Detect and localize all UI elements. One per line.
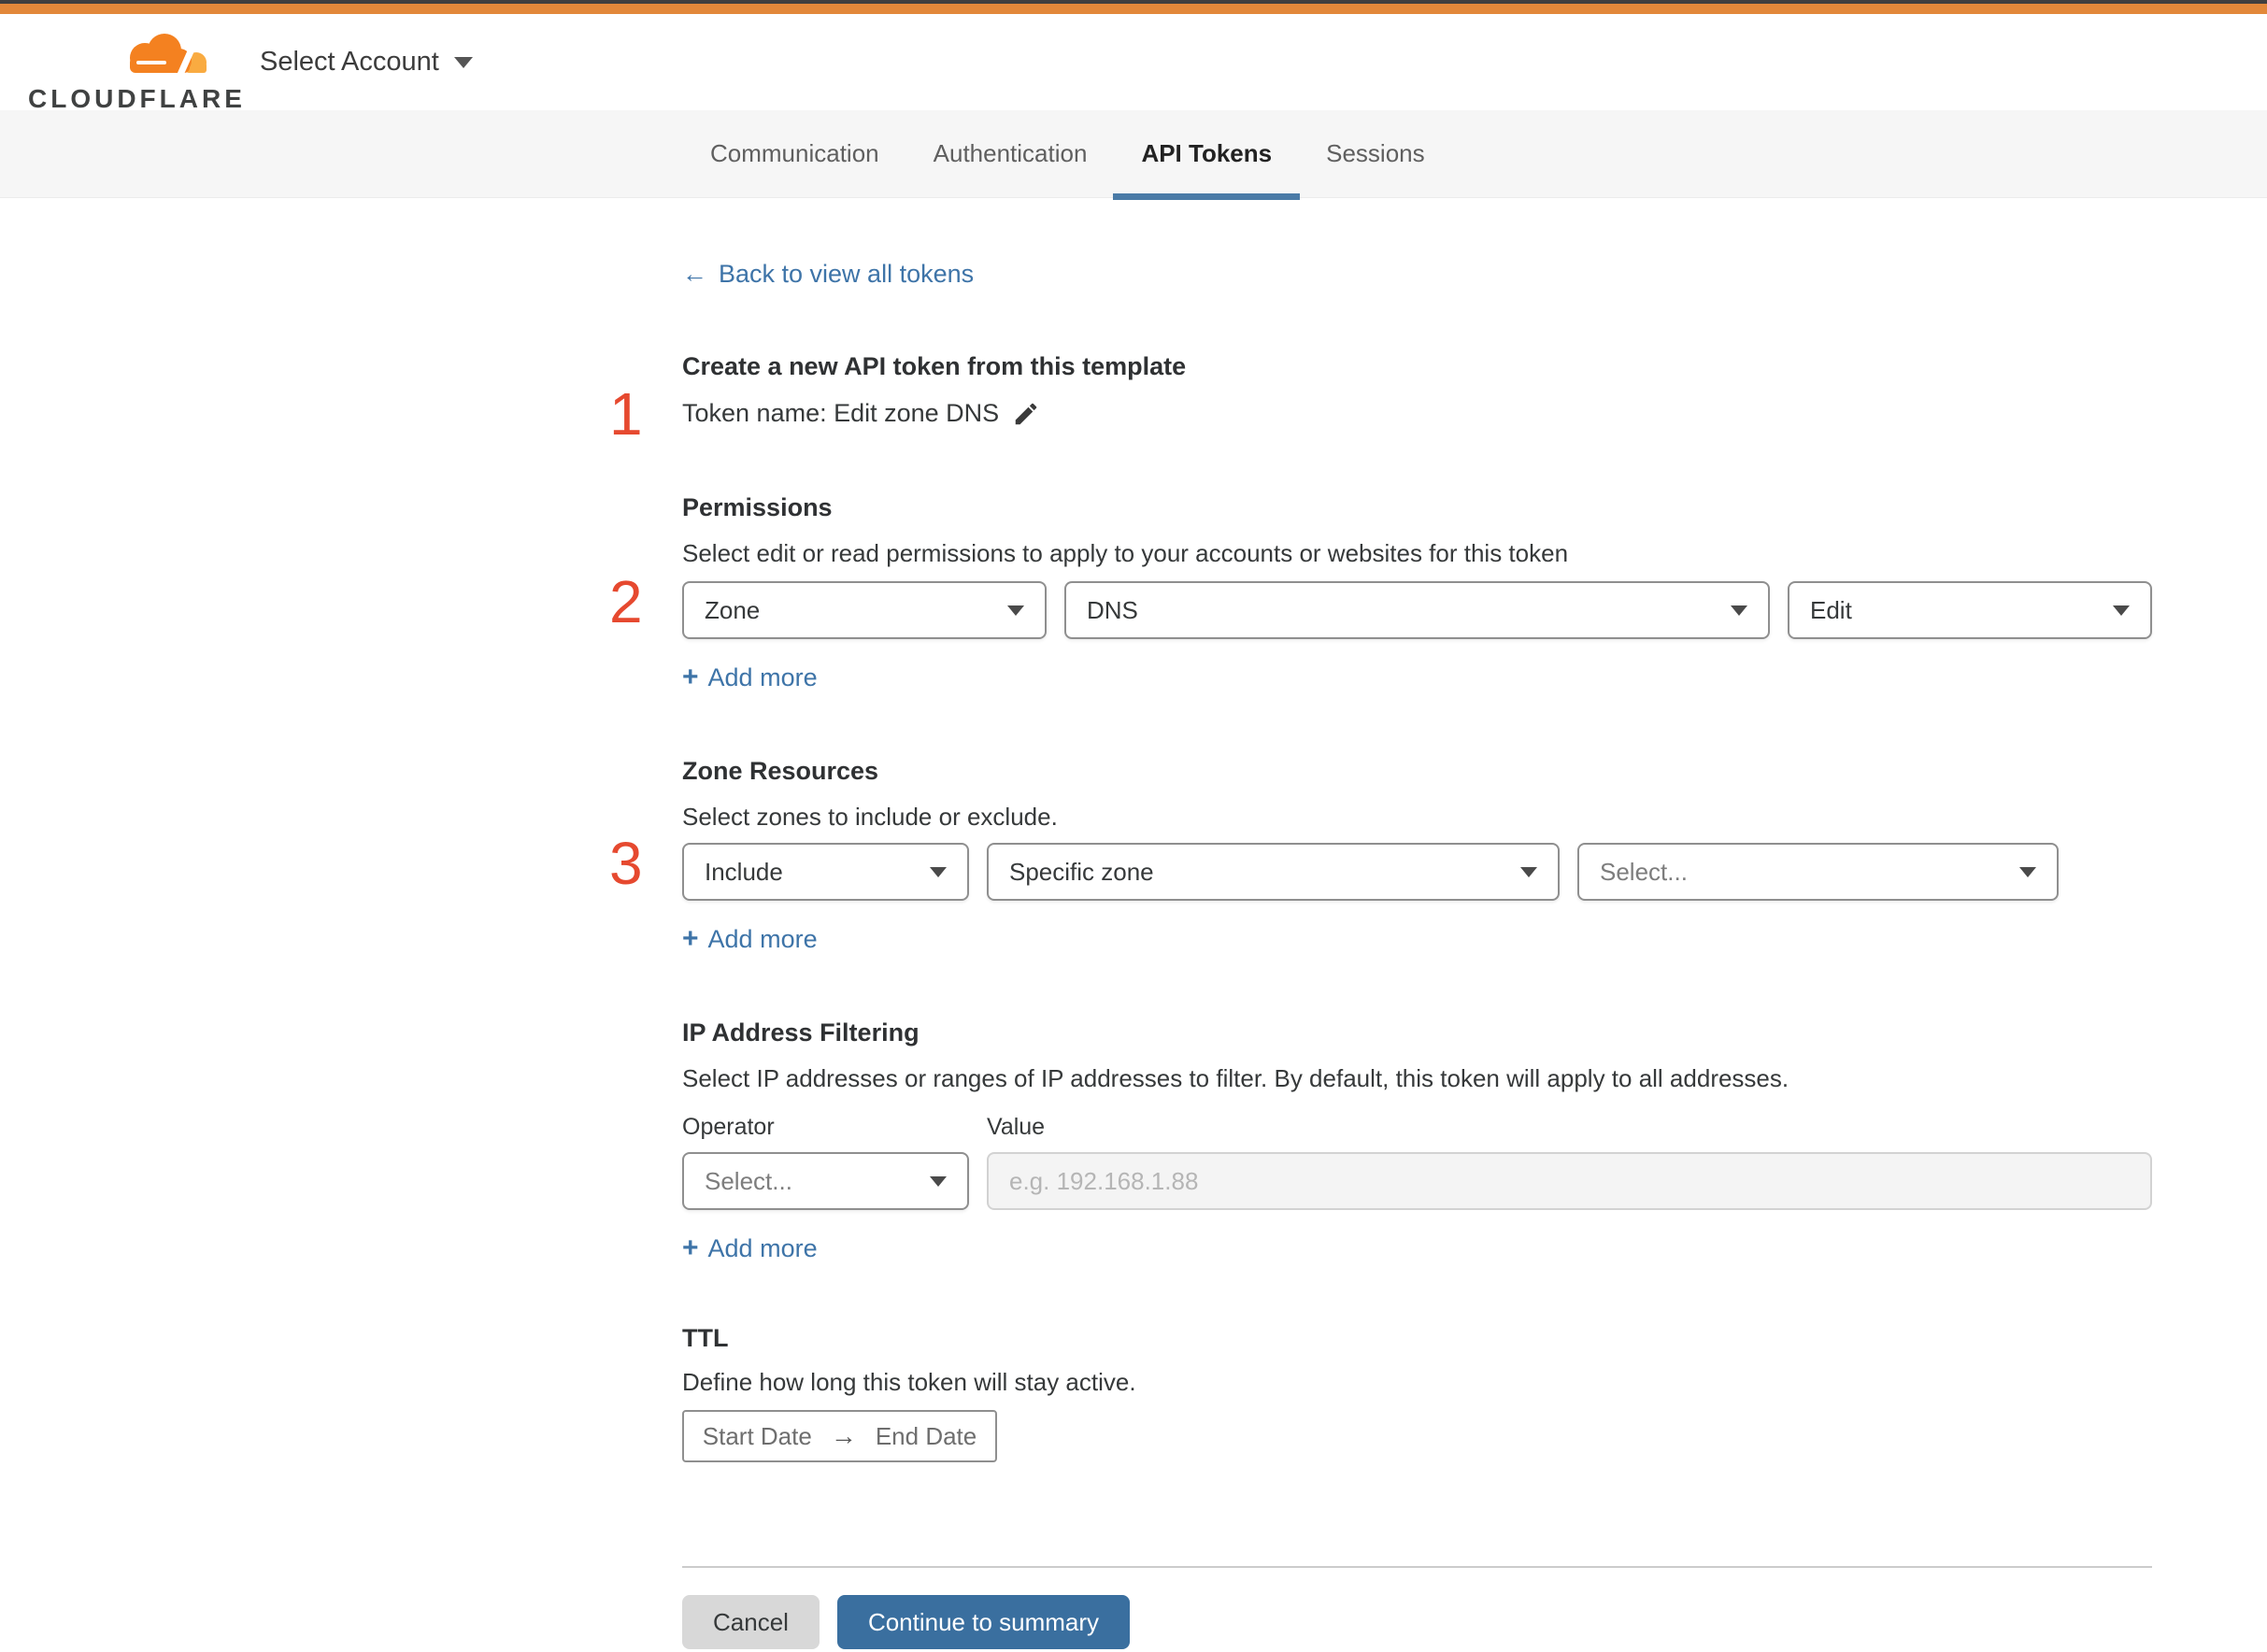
permission-access-select[interactable]: Edit xyxy=(1788,581,2152,639)
arrow-right-icon: → xyxy=(830,1421,857,1450)
token-name-text: Token name: Edit zone DNS xyxy=(682,399,1000,427)
section-permissions: 2 Permissions Select edit or read permis… xyxy=(609,491,2152,693)
plus-icon: + xyxy=(682,662,699,692)
back-link-label: Back to view all tokens xyxy=(719,260,975,288)
ip-filtering-description: Select IP addresses or ranges of IP addr… xyxy=(682,1064,1789,1092)
chevron-down-icon xyxy=(1520,866,1537,877)
permissions-title: Permissions xyxy=(682,493,833,521)
permission-scope-select[interactable]: Zone xyxy=(682,581,1047,639)
chevron-down-icon xyxy=(1007,605,1024,616)
chevron-down-icon xyxy=(1731,605,1747,616)
ip-value-input xyxy=(987,1152,2152,1210)
plus-icon: + xyxy=(682,1232,699,1263)
section-ttl: TTL Define how long this token will stay… xyxy=(682,1322,2152,1462)
permissions-description: Select edit or read permissions to apply… xyxy=(682,539,1569,567)
main-content: ← Back to view all tokens 1 Create a new… xyxy=(609,198,2152,1649)
section-ip-filtering: IP Address Filtering Select IP addresses… xyxy=(682,1017,2152,1264)
plus-icon: + xyxy=(682,923,699,954)
ip-filtering-add-more-link[interactable]: + Add more xyxy=(682,1232,818,1264)
ttl-title: TTL xyxy=(682,1324,729,1352)
footer-divider xyxy=(682,1566,2152,1568)
logo-wordmark: CLOUDFLARE xyxy=(28,84,246,113)
ttl-description: Define how long this token will stay act… xyxy=(682,1368,1136,1396)
start-date-placeholder: Start Date xyxy=(702,1421,812,1450)
permission-group-select[interactable]: DNS xyxy=(1064,581,1770,639)
zone-resources-title: Zone Resources xyxy=(682,757,879,785)
step-number-1: 1 xyxy=(609,380,643,448)
chevron-down-icon xyxy=(2019,866,2036,877)
tab-sessions[interactable]: Sessions xyxy=(1326,110,1425,197)
ip-operator-select[interactable]: Select... xyxy=(682,1152,969,1210)
chevron-down-icon xyxy=(2113,605,2130,616)
continue-to-summary-button[interactable]: Continue to summary xyxy=(836,1595,1131,1649)
tab-authentication[interactable]: Authentication xyxy=(934,110,1088,197)
account-selector[interactable]: Select Account xyxy=(260,14,473,110)
section-token-template: 1 Create a new API token from this templ… xyxy=(609,350,2152,444)
cloudflare-cloud-icon xyxy=(130,34,207,81)
chevron-down-icon xyxy=(453,56,473,68)
tab-api-tokens[interactable]: API Tokens xyxy=(1113,110,1300,200)
footer-actions: Cancel Continue to summary xyxy=(682,1595,2152,1649)
chevron-down-icon xyxy=(930,1175,947,1187)
zone-resources-description: Select zones to include or exclude. xyxy=(682,803,1058,831)
operator-label: Operator xyxy=(682,1114,775,1140)
zone-resources-add-more-link[interactable]: + Add more xyxy=(682,923,818,955)
cloudflare-logo[interactable]: CLOUDFLARE xyxy=(28,29,242,114)
chevron-down-icon xyxy=(930,866,947,877)
end-date-placeholder: End Date xyxy=(875,1421,977,1450)
app-header: CLOUDFLARE Select Account xyxy=(0,14,2267,113)
cancel-button[interactable]: Cancel xyxy=(682,1595,820,1649)
value-label: Value xyxy=(987,1114,1046,1140)
back-arrow-icon: ← xyxy=(682,260,707,288)
template-title: Create a new API token from this templat… xyxy=(682,352,1187,380)
ttl-date-range-picker[interactable]: Start Date → End Date xyxy=(682,1410,997,1462)
zone-include-exclude-select[interactable]: Include xyxy=(682,843,969,901)
tab-bar: Communication Authentication API Tokens … xyxy=(0,110,2267,200)
step-number-2: 2 xyxy=(609,568,643,635)
back-to-tokens-link[interactable]: ← Back to view all tokens xyxy=(682,260,974,289)
top-accent-bar xyxy=(0,0,2267,14)
account-selector-label: Select Account xyxy=(260,47,439,77)
ip-filtering-title: IP Address Filtering xyxy=(682,1018,920,1047)
zone-type-select[interactable]: Specific zone xyxy=(987,843,1560,901)
zone-pick-select[interactable]: Select... xyxy=(1577,843,2059,901)
permissions-add-more-link[interactable]: + Add more xyxy=(682,662,818,693)
section-zone-resources: 3 Zone Resources Select zones to include… xyxy=(609,755,2152,955)
tab-communication[interactable]: Communication xyxy=(710,110,879,197)
step-number-3: 3 xyxy=(609,830,643,897)
edit-pencil-icon[interactable] xyxy=(1012,400,1040,428)
